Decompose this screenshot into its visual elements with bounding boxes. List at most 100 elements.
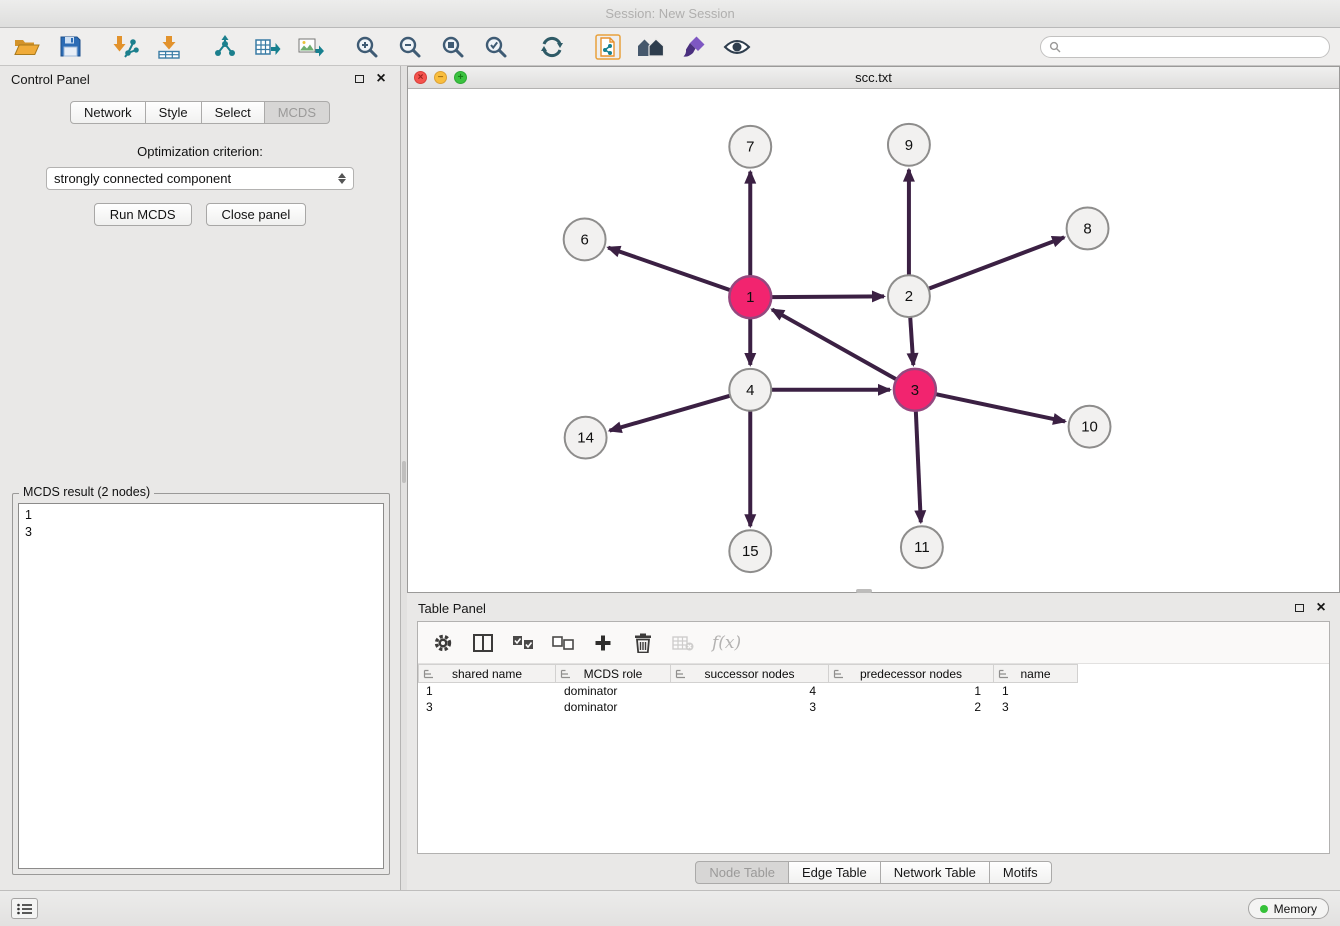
tab-motifs[interactable]: Motifs — [989, 861, 1052, 884]
edge-3-1[interactable] — [772, 309, 897, 379]
close-window-button[interactable]: × — [414, 71, 427, 84]
table-row[interactable]: 3dominator323 — [418, 699, 1329, 715]
refresh-layout-button[interactable] — [535, 32, 569, 62]
apply-style-button[interactable] — [677, 32, 711, 62]
node-4[interactable]: 4 — [729, 369, 771, 411]
node-10[interactable]: 10 — [1069, 406, 1111, 448]
refresh-icon — [540, 35, 564, 59]
edge-1-6[interactable] — [608, 248, 730, 291]
tab-network[interactable]: Network — [70, 101, 146, 124]
close-icon: × — [376, 71, 385, 87]
table-panel-tabs: Node TableEdge TableNetwork TableMotifs — [407, 861, 1340, 884]
close-panel-button[interactable]: Close panel — [206, 203, 307, 226]
table-cell: 3 — [994, 700, 1078, 714]
node-7[interactable]: 7 — [729, 126, 771, 168]
split-panel-button[interactable] — [472, 630, 494, 656]
svg-text:6: 6 — [580, 231, 588, 248]
save-session-button[interactable] — [53, 32, 87, 62]
open-folder-icon — [14, 37, 40, 57]
tab-edge-table[interactable]: Edge Table — [788, 861, 881, 884]
zoom-selected-icon — [484, 35, 508, 59]
search-input[interactable] — [1066, 40, 1321, 54]
clone-document-button[interactable] — [591, 32, 625, 62]
tab-network-table[interactable]: Network Table — [880, 861, 990, 884]
export-table-button[interactable] — [251, 32, 285, 62]
table-row[interactable]: 1dominator411 — [418, 683, 1329, 699]
window-controls: × − + — [414, 71, 467, 84]
mcds-buttons-row: Run MCDS Close panel — [0, 203, 400, 226]
zoom-fit-button[interactable] — [436, 32, 470, 62]
show-hide-button[interactable] — [720, 32, 754, 62]
table-cell: 1 — [829, 684, 994, 698]
node-14[interactable]: 14 — [565, 417, 607, 459]
column-header-successor-nodes[interactable]: successor nodes — [671, 664, 829, 683]
tab-select[interactable]: Select — [201, 101, 265, 124]
toolbar-search — [1040, 36, 1330, 58]
save-floppy-icon — [60, 36, 81, 57]
close-table-panel-button[interactable]: × — [1313, 600, 1329, 616]
network-window-title: scc.txt — [408, 67, 1339, 89]
node-3[interactable]: 3 — [894, 369, 936, 411]
destroy-column-button[interactable] — [672, 630, 694, 656]
horizontal-splitter-grip[interactable] — [856, 589, 872, 593]
network-graph[interactable]: 7 9 6 8 1 2 4 3 14 10 15 11 — [408, 89, 1339, 592]
edge-3-10[interactable] — [935, 394, 1065, 421]
import-network-button[interactable] — [109, 32, 143, 62]
add-column-button[interactable] — [592, 630, 614, 656]
delete-columns-button[interactable] — [632, 630, 654, 656]
edge-4-14[interactable] — [610, 396, 731, 431]
edge-2-3[interactable] — [910, 317, 913, 365]
close-control-panel-button[interactable]: × — [373, 71, 389, 87]
node-15[interactable]: 15 — [729, 530, 771, 572]
open-session-button[interactable] — [10, 32, 44, 62]
network-canvas[interactable]: 7 9 6 8 1 2 4 3 14 10 15 11 — [408, 89, 1339, 592]
column-header-MCDS-role[interactable]: MCDS role — [556, 664, 671, 683]
table-cell: 1 — [994, 684, 1078, 698]
table-cell: dominator — [556, 684, 671, 698]
mcds-result-title: MCDS result (2 nodes) — [19, 485, 154, 499]
node-11[interactable]: 11 — [901, 526, 943, 568]
memory-button[interactable]: Memory — [1248, 898, 1329, 919]
task-history-button[interactable] — [11, 898, 38, 919]
select-all-button[interactable] — [512, 630, 534, 656]
tab-mcds[interactable]: MCDS — [264, 101, 330, 124]
float-table-panel-button[interactable] — [1291, 600, 1307, 616]
zoom-in-button[interactable] — [350, 32, 384, 62]
export-image-button[interactable] — [294, 32, 328, 62]
column-header-shared-name[interactable]: shared name — [418, 664, 556, 683]
node-2[interactable]: 2 — [888, 275, 930, 317]
svg-text:7: 7 — [746, 139, 754, 156]
tab-node-table[interactable]: Node Table — [695, 861, 789, 884]
splitter-grip[interactable] — [402, 461, 406, 483]
home-button[interactable] — [634, 32, 668, 62]
table-cell: 2 — [829, 700, 994, 714]
table-toolbar: f(x) — [418, 622, 1329, 664]
edge-3-11[interactable] — [916, 411, 921, 523]
export-network-button[interactable] — [208, 32, 242, 62]
tab-style[interactable]: Style — [145, 101, 202, 124]
zoom-selected-button[interactable] — [479, 32, 513, 62]
column-header-predecessor-nodes[interactable]: predecessor nodes — [829, 664, 994, 683]
function-builder-button[interactable]: f(x) — [712, 630, 741, 656]
edge-2-8[interactable] — [928, 237, 1064, 288]
float-control-panel-button[interactable] — [351, 71, 367, 87]
control-panel: Control Panel × NetworkStyleSelectMCDS O… — [0, 66, 401, 890]
column-tree-icon — [675, 669, 686, 679]
zoom-out-button[interactable] — [393, 32, 427, 62]
node-1[interactable]: 1 — [729, 276, 771, 318]
window-title: Session: New Session — [605, 6, 734, 21]
optimization-criterion-select[interactable]: strongly connected component — [46, 167, 354, 190]
node-9[interactable]: 9 — [888, 124, 930, 166]
export-table-icon — [255, 36, 281, 58]
column-header-name[interactable]: name — [994, 664, 1078, 683]
minimize-window-button[interactable]: − — [434, 71, 447, 84]
zoom-window-button[interactable]: + — [454, 71, 467, 84]
deselect-all-button[interactable] — [552, 630, 574, 656]
table-options-button[interactable] — [432, 630, 454, 656]
node-8[interactable]: 8 — [1067, 208, 1109, 250]
edge-1-2[interactable] — [771, 296, 884, 297]
node-6[interactable]: 6 — [564, 218, 606, 260]
import-table-button[interactable] — [152, 32, 186, 62]
destroy-column-icon — [672, 635, 694, 651]
run-mcds-button[interactable]: Run MCDS — [94, 203, 192, 226]
